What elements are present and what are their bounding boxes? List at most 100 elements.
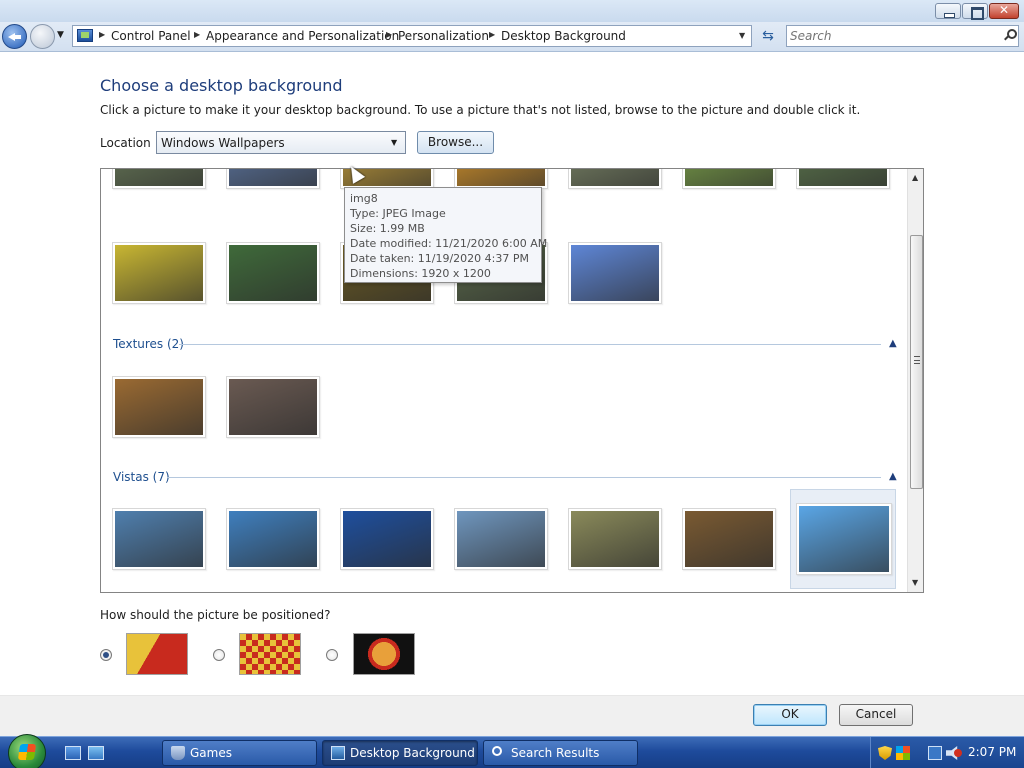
wallpaper-thumbnail[interactable]	[112, 508, 206, 570]
wallpaper-thumbnail[interactable]	[340, 508, 434, 570]
action-center-flag-icon[interactable]	[896, 746, 910, 760]
thumbnail-tooltip: img8 Type: JPEG Image Size: 1.99 MB Date…	[344, 187, 548, 283]
collapse-group-icon[interactable]: ▲	[889, 471, 897, 482]
title-bar	[0, 0, 1024, 22]
fill-preview-icon[interactable]	[126, 633, 188, 675]
wallpaper-image	[115, 245, 203, 301]
wallpaper-thumbnail[interactable]	[112, 242, 206, 304]
breadcrumb-separator-icon[interactable]: ▶	[194, 30, 200, 39]
taskbar: Games Desktop Background Search Results …	[0, 734, 1024, 768]
recent-pages-chevron-icon[interactable]: ▼	[57, 30, 64, 40]
network-icon[interactable]	[928, 746, 942, 760]
wallpaper-image	[229, 379, 317, 435]
browse-button[interactable]: Browse...	[417, 131, 494, 154]
breadcrumb-separator-icon[interactable]: ▶	[386, 30, 392, 39]
address-dropdown-icon[interactable]: ▼	[739, 31, 745, 40]
ok-button[interactable]: OK	[753, 704, 827, 726]
wallpaper-image	[799, 169, 887, 186]
desktop-background-icon	[331, 746, 345, 760]
wallpaper-image	[799, 506, 889, 572]
wallpaper-thumbnail-selected[interactable]	[796, 503, 892, 575]
wallpaper-image	[115, 169, 203, 186]
position-question: How should the picture be positioned?	[100, 608, 331, 622]
wallpaper-thumbnail[interactable]	[226, 508, 320, 570]
scroll-down-icon[interactable]: ▼	[912, 578, 918, 587]
page-instructions: Click a picture to make it your desktop …	[100, 103, 861, 117]
navigation-bar: ▼ ▶ Control Panel ▶ Appearance and Perso…	[0, 22, 1024, 52]
wallpaper-image	[685, 511, 773, 567]
group-header-textures[interactable]: Textures (2)	[113, 337, 184, 351]
breadcrumb-separator-icon[interactable]: ▶	[99, 30, 105, 39]
wallpaper-thumbnail[interactable]	[568, 508, 662, 570]
breadcrumb-appearance[interactable]: Appearance and Personalization	[206, 29, 399, 43]
wallpaper-thumbnail[interactable]	[226, 169, 320, 189]
mute-indicator-icon	[954, 749, 962, 757]
wallpaper-thumbnail[interactable]	[454, 169, 548, 189]
position-tile-radio[interactable]	[213, 649, 225, 661]
minimize-button[interactable]	[935, 3, 961, 19]
tile-preview-icon[interactable]	[239, 633, 301, 675]
wallpaper-thumbnail[interactable]	[682, 169, 776, 189]
group-header-vistas[interactable]: Vistas (7)	[113, 470, 170, 484]
switch-windows-icon[interactable]	[88, 746, 104, 760]
wallpaper-thumbnail[interactable]	[226, 242, 320, 304]
position-center-radio[interactable]	[326, 649, 338, 661]
wallpaper-thumbnail[interactable]	[796, 169, 890, 189]
breadcrumb-separator-icon[interactable]: ▶	[489, 30, 495, 39]
taskbar-item-desktop-background[interactable]: Desktop Background	[322, 740, 478, 766]
scroll-up-icon[interactable]: ▲	[912, 173, 918, 182]
taskbar-item-label: Search Results	[511, 746, 600, 760]
breadcrumb-personalization[interactable]: Personalization	[398, 29, 489, 43]
center-preview-icon[interactable]	[353, 633, 415, 675]
refresh-button[interactable]: ⇆	[757, 26, 779, 48]
games-icon	[171, 746, 185, 760]
collapse-group-icon[interactable]: ▲	[889, 338, 897, 349]
page-title: Choose a desktop background	[100, 76, 343, 95]
wallpaper-thumbnail[interactable]	[568, 169, 662, 189]
breadcrumb-desktop-background[interactable]: Desktop Background	[501, 29, 626, 43]
taskbar-item-search-results[interactable]: Search Results	[483, 740, 638, 766]
wallpaper-image	[115, 511, 203, 567]
wallpaper-thumbnail[interactable]	[226, 376, 320, 438]
wallpaper-image	[229, 511, 317, 567]
taskbar-item-label: Games	[190, 746, 232, 760]
clock[interactable]: 2:07 PM	[968, 745, 1016, 759]
show-desktop-icon[interactable]	[65, 746, 81, 760]
wallpaper-image	[571, 511, 659, 567]
scrollbar-thumb[interactable]	[910, 235, 923, 489]
search-icon[interactable]	[1004, 29, 1017, 40]
wallpaper-image	[115, 379, 203, 435]
cancel-button[interactable]: Cancel	[839, 704, 913, 726]
search-input[interactable]	[790, 28, 990, 44]
security-shield-icon[interactable]	[878, 746, 892, 760]
maximize-button[interactable]	[962, 3, 988, 20]
forward-button[interactable]	[30, 24, 55, 49]
grip-icon	[914, 356, 920, 364]
wallpaper-thumbnail[interactable]	[682, 508, 776, 570]
location-label: Location	[100, 136, 151, 150]
start-button[interactable]	[8, 734, 46, 768]
chevron-down-icon[interactable]: ▼	[391, 138, 397, 147]
search-icon	[492, 746, 502, 756]
address-bar[interactable]: ▶ Control Panel ▶ Appearance and Persona…	[72, 25, 752, 47]
wallpaper-image	[571, 169, 659, 186]
system-tray: 2:07 PM	[870, 737, 1024, 768]
wallpaper-thumbnail[interactable]	[454, 508, 548, 570]
wallpaper-thumbnail[interactable]	[112, 169, 206, 189]
close-button[interactable]	[989, 3, 1019, 19]
taskbar-item-games[interactable]: Games	[162, 740, 317, 766]
group-divider	[167, 477, 881, 478]
wallpaper-image	[571, 245, 659, 301]
search-box[interactable]	[786, 25, 1019, 47]
location-dropdown[interactable]: Windows Wallpapers ▼	[156, 131, 406, 154]
tooltip-date-taken: Date taken: 11/19/2020 4:37 PM	[350, 252, 529, 265]
breadcrumb-control-panel[interactable]: Control Panel	[111, 29, 191, 43]
wallpaper-thumbnail[interactable]	[112, 376, 206, 438]
group-divider	[179, 344, 881, 345]
position-fill-radio[interactable]	[100, 649, 112, 661]
tooltip-date-modified: Date modified: 11/21/2020 6:00 AM	[350, 237, 548, 250]
tooltip-type: Type: JPEG Image	[350, 207, 446, 220]
back-button[interactable]	[2, 24, 27, 49]
wallpaper-thumbnail[interactable]	[568, 242, 662, 304]
gallery-scrollbar[interactable]: ▲ ▼	[907, 169, 923, 592]
